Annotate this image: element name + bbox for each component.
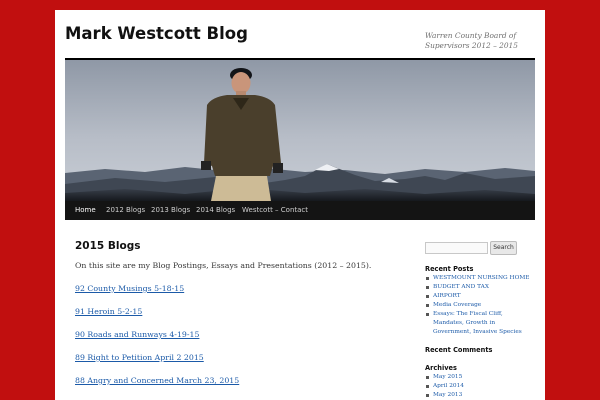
archives-list: May 2015 April 2014 May 2013 [425,373,535,400]
recent-comments-title: Recent Comments [425,346,493,354]
recent-post-link[interactable]: Media Coverage [425,301,535,310]
recent-posts-title: Recent Posts [425,265,474,273]
archives-title: Archives [425,364,457,372]
search-input[interactable] [425,242,488,254]
recent-posts-list: WESTMOUNT NURSING HOME BUDGET AND TAX AI… [425,274,535,337]
recent-post-link[interactable]: Essays: The Fiscal Cliff, Mandates, Grow… [425,310,535,337]
nav-item-2014-blogs[interactable]: 2014 Blogs [191,201,240,220]
nav-item-2012-blogs[interactable]: 2012 Blogs [101,201,150,220]
recent-post-link[interactable]: WESTMOUNT NURSING HOME [425,274,535,283]
archive-link[interactable]: May 2013 [425,391,535,400]
page-title: 2015 Blogs [75,240,141,252]
recent-post-link[interactable]: AIRPORT [425,292,535,301]
nav-item-westcott-contact[interactable]: Westcott – Contact [237,201,313,220]
archive-link[interactable]: April 2014 [425,382,535,391]
main-nav: Home 2012 Blogs 2013 Blogs 2014 Blogs We… [65,201,535,220]
post-link[interactable]: 91 Heroin 5-2-15 [75,307,142,316]
search-button[interactable]: Search [490,241,517,255]
nav-item-home[interactable]: Home [70,201,101,220]
post-link[interactable]: 89 Right to Petition April 2 2015 [75,353,204,362]
header-image [65,60,535,201]
nav-item-2013-blogs[interactable]: 2013 Blogs [146,201,195,220]
page-container: Mark Westcott Blog Warren County Board o… [55,10,545,400]
post-link[interactable]: 90 Roads and Runways 4-19-15 [75,330,199,339]
page-intro: On this site are my Blog Postings, Essay… [75,261,372,270]
post-link[interactable]: 88 Angry and Concerned March 23, 2015 [75,376,239,385]
archive-link[interactable]: May 2015 [425,373,535,382]
site-title[interactable]: Mark Westcott Blog [65,24,248,43]
post-link[interactable]: 92 County Musings 5-18-15 [75,284,184,293]
site-description: Warren County Board of Supervisors 2012 … [425,31,518,50]
recent-post-link[interactable]: BUDGET AND TAX [425,283,535,292]
